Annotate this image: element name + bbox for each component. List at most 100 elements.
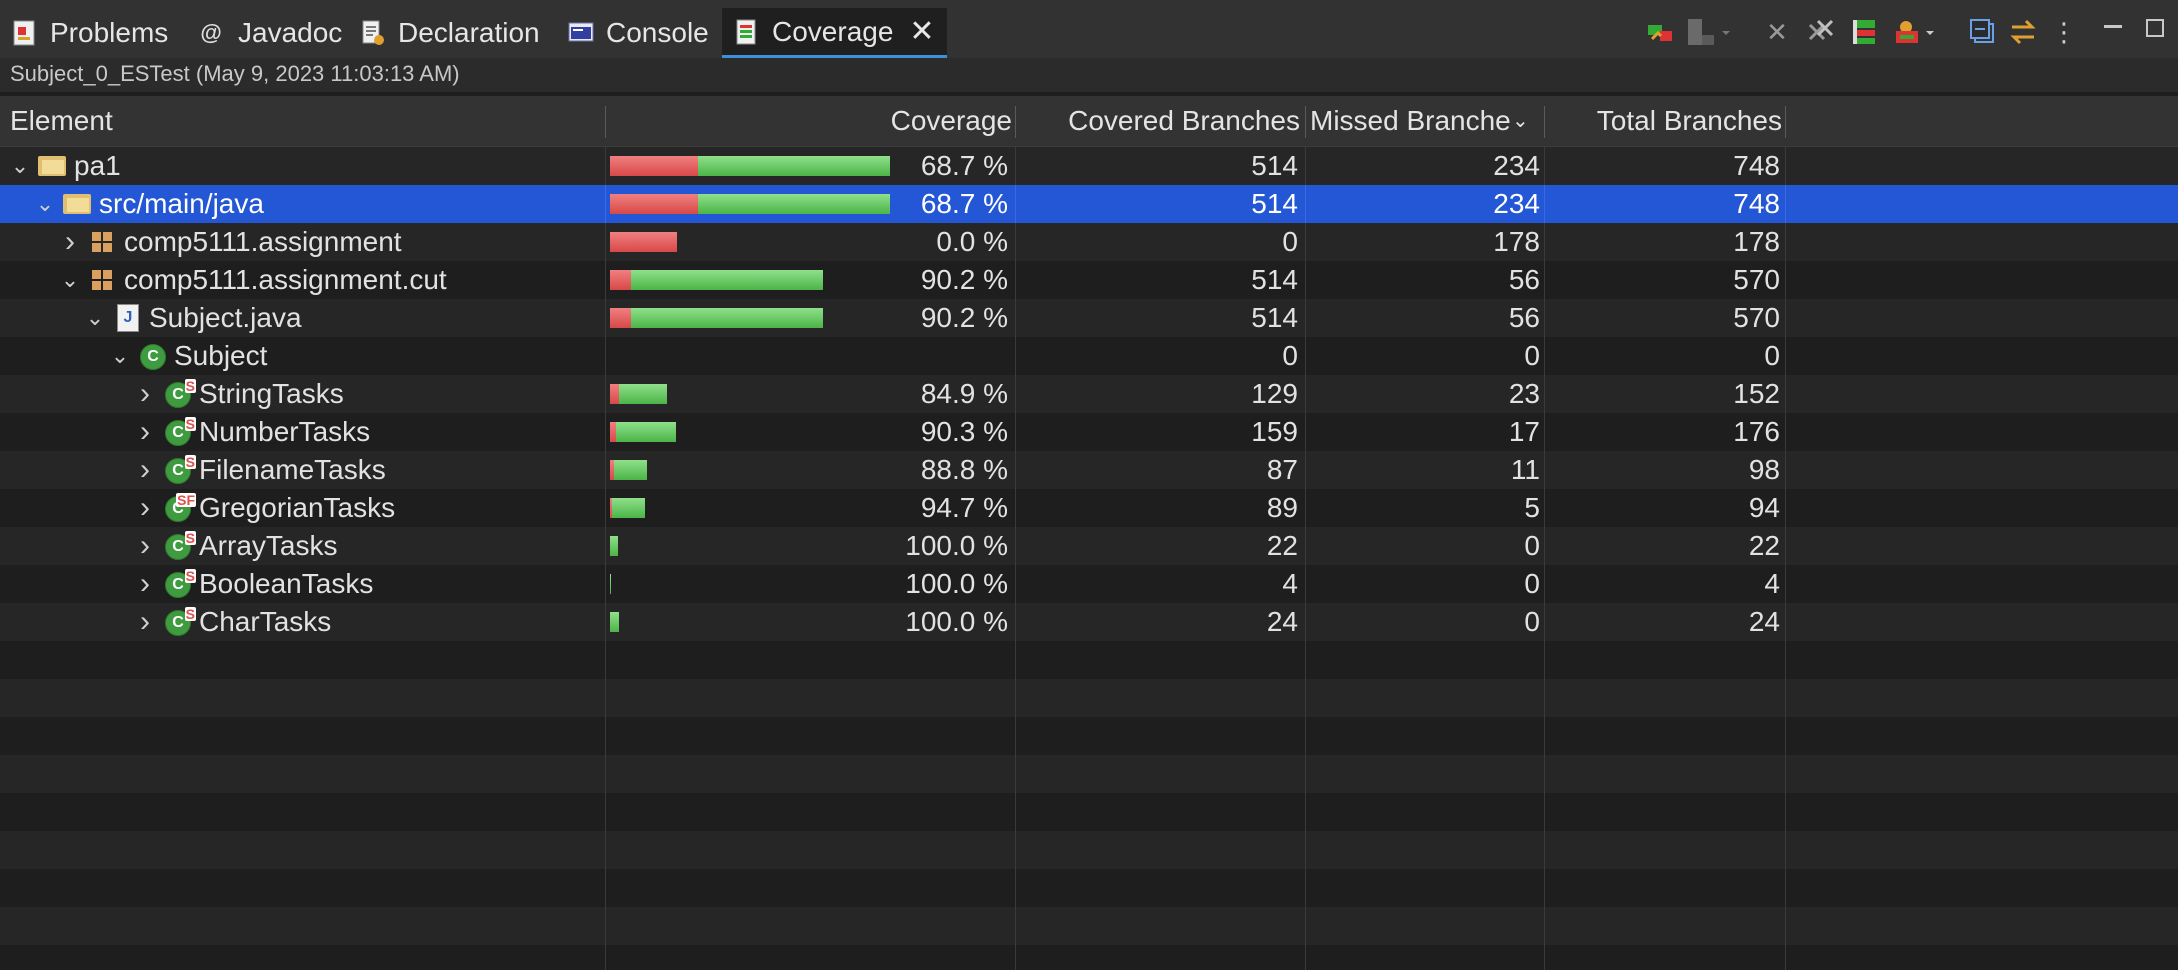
minimize-icon[interactable] bbox=[2098, 12, 2128, 44]
grid-line bbox=[1544, 147, 1545, 185]
dump-execution-data-icon[interactable] bbox=[1684, 16, 1734, 48]
missed-branches: 178 bbox=[1493, 226, 1540, 257]
grid-line bbox=[605, 413, 606, 451]
expand-chevron-icon[interactable]: › bbox=[60, 223, 80, 261]
view-tab-bar: Problems @ Javadoc Declaration Console C… bbox=[0, 0, 2178, 59]
expand-chevron-icon[interactable]: › bbox=[135, 489, 155, 527]
table-row[interactable]: › C S FilenameTasks 88.8 % 87 11 98 bbox=[0, 451, 2178, 489]
grid-line bbox=[1015, 565, 1016, 603]
table-row[interactable]: › C S BooleanTasks 100.0 % 4 0 4 bbox=[0, 565, 2178, 603]
view-menu-icon[interactable]: ⋮ bbox=[2051, 16, 2077, 48]
tab-problems[interactable]: Problems bbox=[12, 8, 168, 58]
maximize-icon[interactable] bbox=[2140, 12, 2170, 44]
grid-line bbox=[1015, 831, 1016, 869]
total-branches: 98 bbox=[1748, 454, 1780, 485]
grid-line bbox=[1015, 603, 1016, 641]
collapse-all-icon[interactable] bbox=[1966, 16, 2000, 48]
expand-chevron-icon[interactable]: › bbox=[135, 527, 155, 565]
grid-line bbox=[1305, 831, 1306, 869]
project-icon bbox=[38, 152, 66, 180]
table-row[interactable]: ⌄ C Subject 0 0 0 bbox=[0, 337, 2178, 375]
grid-line bbox=[605, 299, 606, 337]
source-folder-icon bbox=[63, 190, 91, 218]
column-divider[interactable] bbox=[1544, 106, 1545, 138]
covered-branches: 22 bbox=[1266, 530, 1298, 561]
column-header-element[interactable]: Element bbox=[10, 96, 600, 146]
table-row[interactable]: › C SF GregorianTasks 94.7 % 89 5 94 bbox=[0, 489, 2178, 527]
table-row[interactable]: ⌄ comp5111.assignment.cut 90.2 % 514 56 570 bbox=[0, 261, 2178, 299]
grid-line bbox=[1785, 907, 1786, 945]
close-tab-icon[interactable]: ✕ bbox=[909, 14, 934, 49]
total-branches: 152 bbox=[1733, 378, 1780, 409]
column-header-total-branches[interactable]: Total Branches bbox=[1550, 96, 1782, 146]
empty-row bbox=[0, 831, 2178, 869]
element-name: BooleanTasks bbox=[199, 568, 374, 599]
tab-console[interactable]: Console bbox=[568, 8, 709, 58]
class-icon: C bbox=[138, 342, 166, 370]
collapse-chevron-icon[interactable]: ⌄ bbox=[110, 337, 130, 375]
table-row[interactable]: ⌄ pa1 68.7 % 514 234 748 bbox=[0, 147, 2178, 185]
grid-line bbox=[1305, 679, 1306, 717]
missed-branches: 0 bbox=[1524, 530, 1540, 561]
remove-session-icon[interactable]: ✕ bbox=[1760, 16, 1794, 48]
grid-line bbox=[1544, 717, 1545, 755]
table-row[interactable]: › C S NumberTasks 90.3 % 159 17 176 bbox=[0, 413, 2178, 451]
column-divider[interactable] bbox=[1015, 106, 1016, 138]
expand-chevron-icon[interactable]: › bbox=[135, 413, 155, 451]
link-with-editor-icon[interactable] bbox=[2006, 16, 2040, 48]
collapse-chevron-icon[interactable]: ⌄ bbox=[35, 185, 55, 223]
coverage-percent: 90.2 % bbox=[920, 302, 1008, 333]
column-divider[interactable] bbox=[1785, 106, 1786, 138]
merge-sessions-icon[interactable] bbox=[1848, 16, 1882, 48]
element-name: FilenameTasks bbox=[199, 454, 386, 485]
tab-coverage[interactable]: Coverage ✕ bbox=[722, 8, 947, 58]
grid-line bbox=[1015, 185, 1016, 223]
column-divider[interactable] bbox=[1305, 106, 1306, 138]
grid-line bbox=[1305, 565, 1306, 603]
column-divider[interactable] bbox=[605, 106, 606, 138]
element-name: comp5111.assignment.cut bbox=[124, 264, 447, 295]
grid-line bbox=[1015, 793, 1016, 831]
tab-declaration[interactable]: Declaration bbox=[360, 8, 540, 58]
element-name: NumberTasks bbox=[199, 416, 371, 447]
grid-line bbox=[1544, 679, 1545, 717]
remove-all-sessions-icon[interactable] bbox=[1804, 16, 1838, 48]
collapse-chevron-icon[interactable]: ⌄ bbox=[60, 261, 80, 299]
static-class-icon: CS bbox=[163, 531, 196, 560]
grid-line bbox=[1305, 641, 1306, 679]
grid-line bbox=[605, 717, 606, 755]
table-row[interactable]: ⌄ src/main/java 68.7 % 514 234 748 bbox=[0, 185, 2178, 223]
covered-branches: 4 bbox=[1282, 568, 1298, 599]
column-header-missed-branches[interactable]: Missed Branche bbox=[1310, 96, 1518, 146]
select-session-icon[interactable] bbox=[1890, 16, 1940, 48]
column-header-covered-branches[interactable]: Covered Branches bbox=[1020, 96, 1300, 146]
expand-chevron-icon[interactable]: › bbox=[135, 451, 155, 489]
grid-line bbox=[605, 603, 606, 641]
relaunch-icon[interactable] bbox=[1644, 16, 1678, 48]
table-row[interactable]: › comp5111.assignment 0.0 % 0 178 178 bbox=[0, 223, 2178, 261]
total-branches: 570 bbox=[1733, 264, 1780, 295]
grid-line bbox=[1305, 793, 1306, 831]
grid-line bbox=[1544, 603, 1545, 641]
column-header-missed-label: Missed Branche bbox=[1310, 105, 1511, 136]
grid-line bbox=[605, 489, 606, 527]
table-row[interactable]: ⌄ J Subject.java 90.2 % 514 56 570 bbox=[0, 299, 2178, 337]
table-row[interactable]: › C S StringTasks 84.9 % 129 23 152 bbox=[0, 375, 2178, 413]
table-row[interactable]: › C S CharTasks 100.0 % 24 0 24 bbox=[0, 603, 2178, 641]
expand-chevron-icon[interactable]: › bbox=[135, 603, 155, 641]
grid-line bbox=[1015, 907, 1016, 945]
table-row[interactable]: › C S ArrayTasks 100.0 % 22 0 22 bbox=[0, 527, 2178, 565]
grid-line bbox=[1785, 147, 1786, 185]
expand-chevron-icon[interactable]: › bbox=[135, 375, 155, 413]
expand-chevron-icon[interactable]: › bbox=[135, 565, 155, 603]
collapse-chevron-icon[interactable]: ⌄ bbox=[85, 299, 105, 337]
column-header-coverage[interactable]: Coverage bbox=[612, 96, 1012, 146]
coverage-percent: 100.0 % bbox=[905, 606, 1008, 637]
tab-javadoc[interactable]: @ Javadoc bbox=[200, 8, 342, 58]
collapse-chevron-icon[interactable]: ⌄ bbox=[10, 147, 30, 185]
coverage-tree-table[interactable]: ⌄ pa1 68.7 % 514 234 748 ⌄ src/main/java 68.7 % 5… bbox=[0, 147, 2178, 970]
grid-line bbox=[1305, 869, 1306, 907]
grid-line bbox=[1785, 831, 1786, 869]
grid-line bbox=[1015, 717, 1016, 755]
grid-line bbox=[1015, 489, 1016, 527]
